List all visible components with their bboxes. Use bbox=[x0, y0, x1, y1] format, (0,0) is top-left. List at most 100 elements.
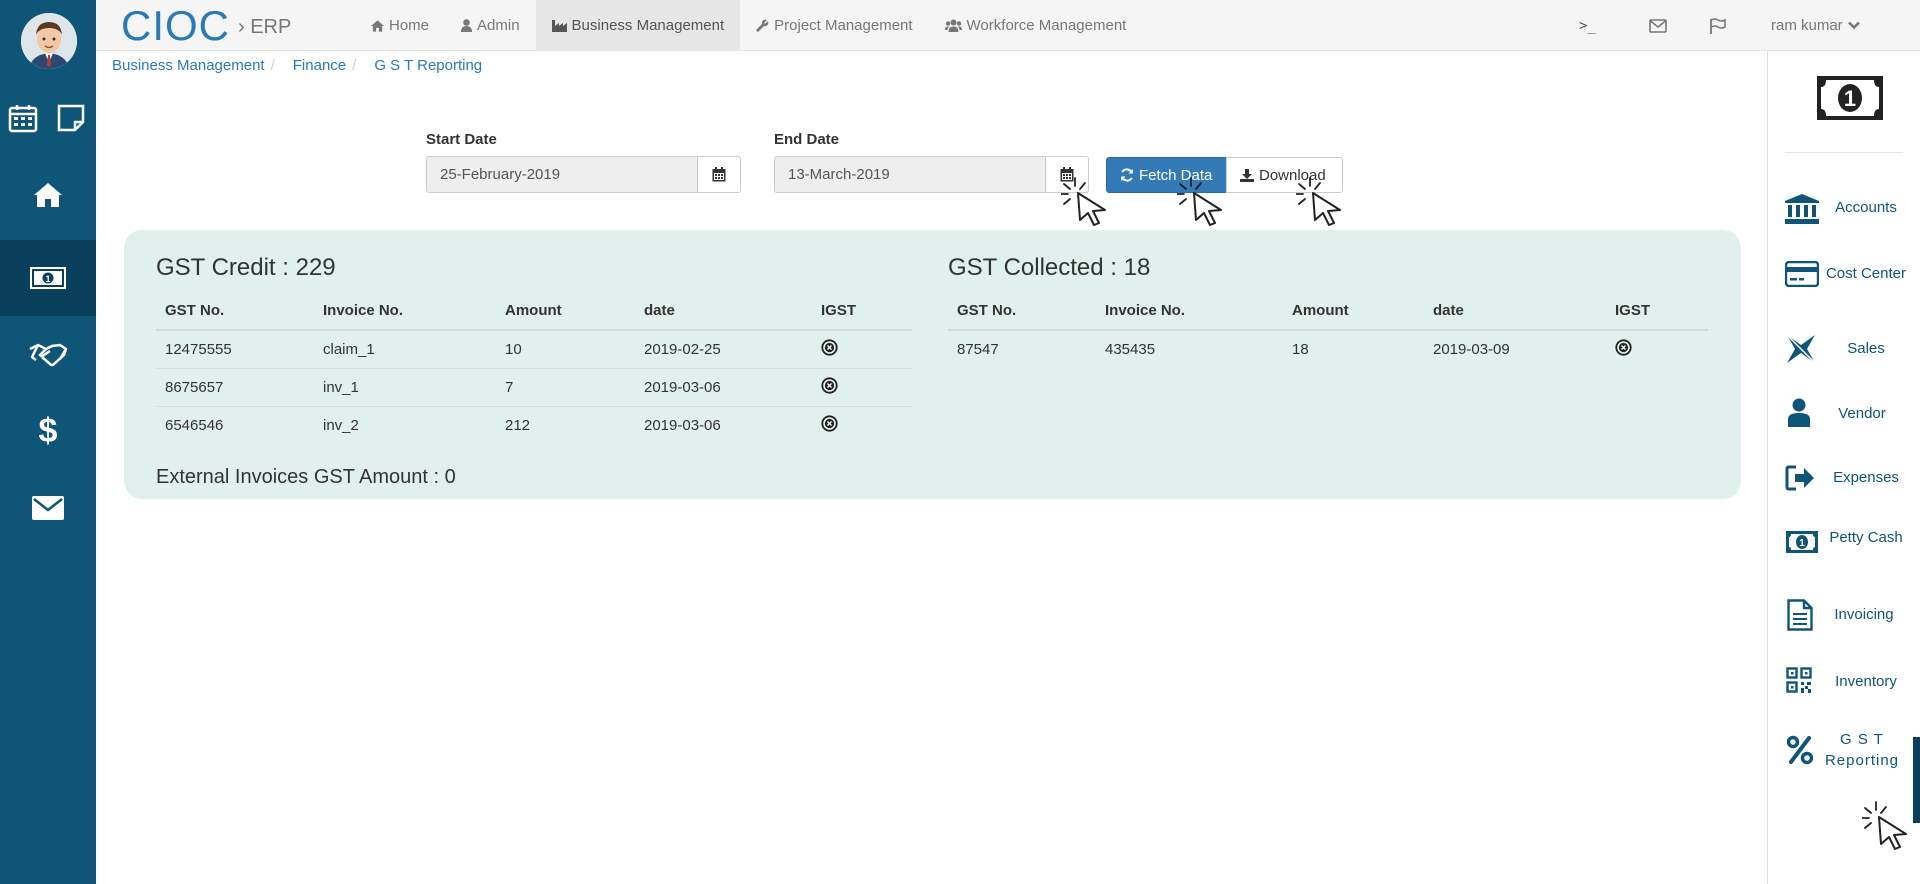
sidebar-home[interactable] bbox=[0, 157, 96, 233]
column-header: date bbox=[1424, 292, 1606, 331]
menu-cost-center[interactable]: Cost Center bbox=[1768, 255, 1920, 315]
sticky-note-icon[interactable] bbox=[55, 102, 87, 134]
cell-amount: 7 bbox=[496, 368, 635, 407]
mail-button[interactable] bbox=[1649, 0, 1667, 51]
home-icon bbox=[371, 19, 384, 32]
menu-petty-cash[interactable]: 1 Petty Cash bbox=[1768, 517, 1920, 577]
cell-igst bbox=[812, 406, 912, 444]
brand-sub: › ERP bbox=[238, 16, 292, 38]
cell-date: 2019-03-09 bbox=[1433, 341, 1510, 358]
refresh-icon bbox=[1121, 168, 1133, 182]
flag-button[interactable] bbox=[1709, 0, 1727, 51]
avatar[interactable] bbox=[21, 13, 77, 69]
money-icon: 1 bbox=[30, 267, 66, 289]
menu-label: G S T Reporting bbox=[1824, 731, 1900, 769]
envelope-icon bbox=[32, 496, 64, 520]
calendar-icon bbox=[712, 167, 726, 182]
breadcrumb-gst-reporting[interactable]: G S T Reporting bbox=[374, 57, 482, 74]
nav-workforce-management[interactable]: Workforce Management bbox=[929, 0, 1143, 51]
sales-icon bbox=[1786, 334, 1816, 364]
nav-admin[interactable]: Admin bbox=[445, 0, 536, 51]
fetch-data-label: Fetch Data bbox=[1139, 166, 1213, 184]
nav-label: Business Management bbox=[571, 17, 725, 34]
breadcrumb-finance[interactable]: Finance bbox=[293, 57, 346, 74]
svg-text:1: 1 bbox=[45, 274, 50, 284]
cell-gst-no: 87547 bbox=[957, 341, 999, 358]
gst-collected-title: GST Collected : 18 bbox=[948, 254, 1151, 281]
finance-header-icon: 1 bbox=[1816, 75, 1884, 126]
cell-amount: 10 bbox=[496, 330, 635, 369]
svg-text:1: 1 bbox=[1844, 86, 1856, 111]
end-date-picker-button[interactable] bbox=[1046, 156, 1089, 193]
start-date-input[interactable]: 25-February-2019 bbox=[426, 156, 698, 193]
nav-business-management[interactable]: Business Management bbox=[535, 0, 741, 51]
column-header: IGST bbox=[1606, 292, 1708, 331]
svg-text:$: $ bbox=[39, 413, 58, 447]
wrench-icon bbox=[756, 19, 769, 32]
download-label: Download bbox=[1259, 166, 1326, 184]
percent-icon bbox=[1787, 735, 1813, 765]
end-date-input[interactable]: 13-March-2019 bbox=[774, 156, 1046, 193]
brand-logo[interactable]: CIOC bbox=[121, 2, 230, 50]
nav-project-management[interactable]: Project Management bbox=[740, 0, 928, 51]
menu-accounts[interactable]: Accounts bbox=[1768, 187, 1920, 247]
breadcrumb: Business Management / Finance / G S T Repo… bbox=[112, 57, 482, 74]
gst-summary-panel: GST Credit : 229 GST No. Invoice No. Amo… bbox=[124, 230, 1741, 499]
nav-label: Home bbox=[389, 17, 430, 34]
file-icon bbox=[1787, 599, 1813, 631]
menu-invoicing[interactable]: Invoicing bbox=[1768, 589, 1920, 649]
cell-invoice-no: 435435 bbox=[1105, 341, 1156, 358]
cell-gst-no: 6546546 bbox=[165, 416, 224, 434]
top-navbar: CIOC › ERP Home Admin Business Managemen… bbox=[96, 0, 1920, 51]
download-button[interactable]: Download bbox=[1226, 157, 1343, 193]
menu-label: Cost Center bbox=[1825, 265, 1907, 282]
table-row: 87547 435435 18 2019-03-09 bbox=[948, 330, 1708, 368]
main-nav: Home Admin Business Management Project M… bbox=[355, 0, 1142, 51]
menu-inventory[interactable]: Inventory bbox=[1768, 654, 1920, 714]
chevron-down-icon bbox=[1847, 21, 1860, 30]
sidebar-mail[interactable] bbox=[0, 470, 96, 546]
cell-amount: 18 bbox=[1292, 341, 1309, 358]
table-header-row: GST No. Invoice No. Amount date IGST bbox=[948, 292, 1708, 331]
sidebar-payments[interactable]: $ bbox=[0, 392, 96, 468]
table-row: 8675657 inv_1 7 2019-03-06 bbox=[156, 368, 912, 407]
times-circle-icon bbox=[821, 415, 838, 432]
times-circle-icon bbox=[821, 339, 838, 356]
times-circle-icon bbox=[821, 376, 838, 394]
fetch-data-button[interactable]: Fetch Data bbox=[1106, 157, 1227, 193]
start-date-picker-button[interactable] bbox=[698, 156, 741, 193]
menu-gst-reporting[interactable]: G S T Reporting bbox=[1768, 721, 1920, 789]
user-icon bbox=[1788, 398, 1810, 427]
sidebar-finance[interactable]: 1 bbox=[0, 240, 96, 316]
user-icon bbox=[461, 19, 473, 32]
menu-label: Accounts bbox=[1835, 199, 1897, 216]
times-circle-icon bbox=[1615, 339, 1632, 356]
menu-label: Expenses bbox=[1833, 469, 1899, 486]
qrcode-icon bbox=[1786, 667, 1812, 693]
table-row: 12475555 claim_1 10 2019-02-25 bbox=[156, 330, 912, 369]
column-header: Amount bbox=[1283, 292, 1424, 331]
user-menu[interactable]: ram kumar bbox=[1771, 0, 1860, 51]
sign-out-icon bbox=[1785, 465, 1814, 491]
gst-credit-table: GST No. Invoice No. Amount date IGST 124… bbox=[156, 292, 912, 444]
column-header: Invoice No. bbox=[1096, 292, 1283, 331]
column-header: date bbox=[635, 292, 812, 331]
menu-vendor[interactable]: Vendor bbox=[1768, 387, 1920, 447]
terminal-button[interactable]: >_ bbox=[1579, 0, 1596, 51]
column-header: GST No. bbox=[156, 292, 314, 331]
cell-igst bbox=[812, 368, 912, 407]
dollar-icon: $ bbox=[39, 413, 58, 447]
end-date-group: 13-March-2019 bbox=[774, 156, 1089, 193]
home-icon bbox=[34, 183, 62, 207]
credit-card-icon bbox=[1785, 261, 1819, 287]
nav-home[interactable]: Home bbox=[355, 0, 445, 51]
calendar-icon[interactable] bbox=[7, 102, 39, 134]
nav-label: Admin bbox=[477, 17, 520, 34]
menu-expenses[interactable]: Expenses bbox=[1768, 451, 1920, 511]
start-date-group: 25-February-2019 bbox=[426, 156, 741, 193]
breadcrumb-business-management[interactable]: Business Management bbox=[112, 57, 265, 74]
menu-sales[interactable]: Sales bbox=[1768, 321, 1920, 381]
column-header: Invoice No. bbox=[314, 292, 496, 331]
sidebar-deals[interactable] bbox=[0, 316, 96, 392]
download-icon bbox=[1240, 168, 1254, 182]
